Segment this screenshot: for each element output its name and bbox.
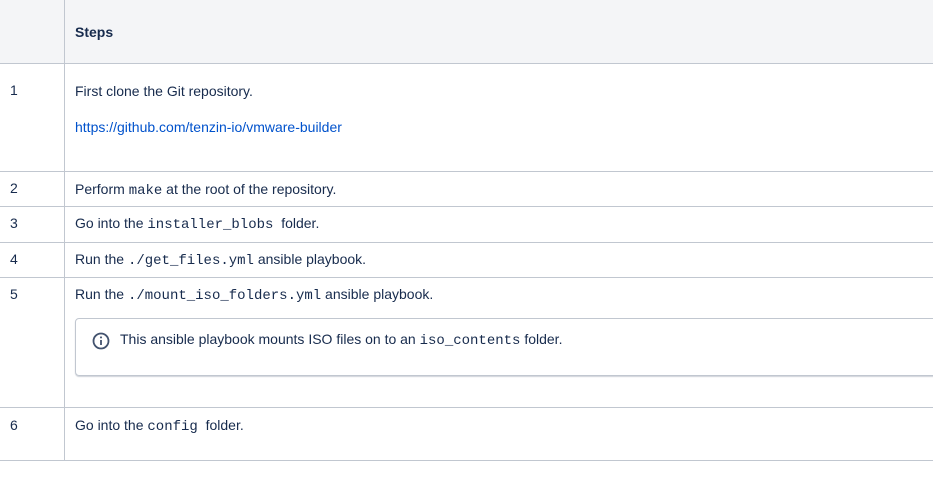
repository-link[interactable]: https://github.com/tenzin-io/vmware-buil… [75, 118, 342, 136]
step-text-post: ansible playbook. [253, 251, 367, 267]
table-row: 1 First clone the Git repository. https:… [0, 63, 933, 172]
table-row: 6 Go into the config folder. [0, 407, 933, 461]
step-text-pre: Run the [75, 286, 128, 302]
step-text: First clone the Git repository. [75, 83, 253, 99]
step-number: 6 [0, 407, 65, 461]
step-content: Go into the installer_blobs folder. [64, 206, 933, 243]
info-text-post: folder. [520, 331, 563, 347]
info-panel-text: This ansible playbook mounts ISO files o… [120, 331, 562, 349]
step-text-post: folder. [273, 215, 320, 231]
table-row: 4 Run the ./get_files.yml ansible playbo… [0, 242, 933, 278]
info-icon [92, 332, 110, 350]
step-code: config [147, 419, 198, 435]
step-text-pre: Perform [75, 181, 129, 197]
step-text-pre: Go into the [75, 417, 148, 433]
step-text-post: folder. [197, 417, 244, 433]
table-row: 2 Perform make at the root of the reposi… [0, 171, 933, 207]
steps-table: Steps 1 First clone the Git repository. … [0, 0, 933, 461]
table-header-row: Steps [0, 0, 933, 64]
steps-column-header: Steps [64, 0, 933, 64]
step-text-pre: Go into the [75, 215, 148, 231]
step-content: Run the ./get_files.yml ansible playbook… [64, 242, 933, 278]
step-content: Run the ./mount_iso_folders.yml ansible … [64, 277, 933, 408]
info-panel: This ansible playbook mounts ISO files o… [75, 318, 933, 376]
step-number: 3 [0, 206, 65, 243]
number-column-header [0, 0, 65, 64]
step-code: ./get_files.yml [127, 253, 254, 269]
step-code: installer_blobs [147, 217, 274, 233]
step-number: 5 [0, 277, 65, 408]
table-row: 3 Go into the installer_blobs folder. [0, 206, 933, 243]
step-content: First clone the Git repository. https://… [64, 63, 933, 172]
step-text-post: ansible playbook. [321, 286, 434, 302]
step-content: Perform make at the root of the reposito… [64, 171, 933, 207]
step-number: 1 [0, 63, 65, 172]
info-text-pre: This ansible playbook mounts ISO files o… [120, 331, 420, 347]
step-code: make [128, 183, 163, 199]
table-row: 5 Run the ./mount_iso_folders.yml ansibl… [0, 277, 933, 408]
info-code: iso_contents [419, 333, 521, 349]
step-text-post: at the root of the repository. [162, 181, 337, 197]
step-number: 4 [0, 242, 65, 278]
step-text-pre: Run the [75, 251, 128, 267]
step-code: ./mount_iso_folders.yml [127, 288, 322, 304]
step-number: 2 [0, 171, 65, 207]
step-content: Go into the config folder. [64, 407, 933, 461]
